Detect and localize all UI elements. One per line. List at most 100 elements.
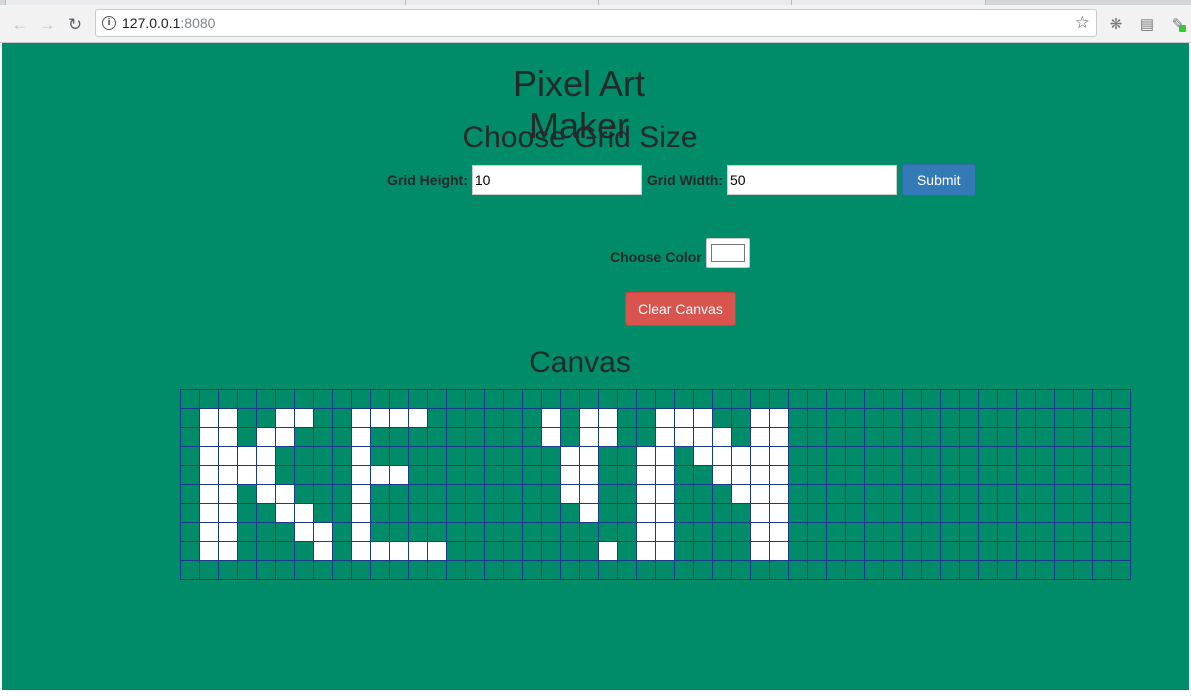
grid-width-input[interactable] xyxy=(726,165,897,195)
pixel-cell[interactable] xyxy=(408,560,428,580)
pixel-cell[interactable] xyxy=(769,541,789,561)
pixel-cell[interactable] xyxy=(845,446,865,466)
pixel-cell[interactable] xyxy=(313,427,333,447)
pixel-cell[interactable] xyxy=(180,541,200,561)
pixel-cell[interactable] xyxy=(313,560,333,580)
pixel-cell[interactable] xyxy=(370,408,390,428)
pixel-cell[interactable] xyxy=(237,484,257,504)
pixel-cell[interactable] xyxy=(427,522,447,542)
pixel-cell[interactable] xyxy=(1092,484,1112,504)
pixel-cell[interactable] xyxy=(617,389,637,409)
pixel-cell[interactable] xyxy=(655,408,675,428)
pixel-cell[interactable] xyxy=(636,465,656,485)
pixel-cell[interactable] xyxy=(256,408,276,428)
pixel-cell[interactable] xyxy=(674,503,694,523)
pixel-cell[interactable] xyxy=(465,465,485,485)
pixel-cell[interactable] xyxy=(370,389,390,409)
pixel-cell[interactable] xyxy=(465,427,485,447)
pixel-cell[interactable] xyxy=(1016,465,1036,485)
pixel-cell[interactable] xyxy=(256,522,276,542)
pixel-cell[interactable] xyxy=(864,408,884,428)
pixel-cell[interactable] xyxy=(294,427,314,447)
pixel-cell[interactable] xyxy=(522,541,542,561)
pixel-cell[interactable] xyxy=(275,522,295,542)
pixel-cell[interactable] xyxy=(788,484,808,504)
pixel-cell[interactable] xyxy=(750,503,770,523)
pixel-cell[interactable] xyxy=(503,541,523,561)
pixel-cell[interactable] xyxy=(788,427,808,447)
forward-arrow-icon[interactable]: → xyxy=(36,13,58,35)
pixel-cell[interactable] xyxy=(921,465,941,485)
pixel-cell[interactable] xyxy=(389,389,409,409)
pixel-cell[interactable] xyxy=(1111,408,1131,428)
pixel-cell[interactable] xyxy=(712,503,732,523)
pixel-cell[interactable] xyxy=(370,427,390,447)
pixel-cell[interactable] xyxy=(275,560,295,580)
pixel-cell[interactable] xyxy=(959,446,979,466)
submit-button[interactable]: Submit xyxy=(901,164,976,196)
pixel-cell[interactable] xyxy=(826,427,846,447)
pixel-cell[interactable] xyxy=(731,522,751,542)
pixel-cell[interactable] xyxy=(1035,408,1055,428)
pixel-cell[interactable] xyxy=(465,389,485,409)
pixel-cell[interactable] xyxy=(1054,503,1074,523)
pixel-cell[interactable] xyxy=(484,560,504,580)
pixel-cell[interactable] xyxy=(427,503,447,523)
pixel-cell[interactable] xyxy=(693,446,713,466)
pixel-cell[interactable] xyxy=(902,427,922,447)
pixel-cell[interactable] xyxy=(598,389,618,409)
pixel-cell[interactable] xyxy=(902,560,922,580)
pixel-cell[interactable] xyxy=(655,503,675,523)
pixel-cell[interactable] xyxy=(750,408,770,428)
pixel-cell[interactable] xyxy=(427,484,447,504)
pixel-cell[interactable] xyxy=(883,484,903,504)
pixel-cell[interactable] xyxy=(218,522,238,542)
pixel-cell[interactable] xyxy=(1035,484,1055,504)
pixel-cell[interactable] xyxy=(883,541,903,561)
pixel-cell[interactable] xyxy=(826,389,846,409)
pixel-cell[interactable] xyxy=(218,484,238,504)
pixel-cell[interactable] xyxy=(1016,503,1036,523)
pixel-cell[interactable] xyxy=(826,541,846,561)
pixel-cell[interactable] xyxy=(750,522,770,542)
pixel-cell[interactable] xyxy=(332,522,352,542)
pixel-cell[interactable] xyxy=(864,541,884,561)
pixel-cell[interactable] xyxy=(883,389,903,409)
pixel-cell[interactable] xyxy=(541,408,561,428)
info-icon[interactable]: i xyxy=(102,16,116,30)
pixel-cell[interactable] xyxy=(712,446,732,466)
pixel-cell[interactable] xyxy=(959,503,979,523)
pixel-cell[interactable] xyxy=(788,389,808,409)
eyedropper-icon[interactable]: ✎ xyxy=(1168,14,1188,34)
pixel-cell[interactable] xyxy=(921,484,941,504)
pixel-cell[interactable] xyxy=(560,503,580,523)
pixel-cell[interactable] xyxy=(636,484,656,504)
pixel-cell[interactable] xyxy=(1092,408,1112,428)
pixel-cell[interactable] xyxy=(655,465,675,485)
pixel-cell[interactable] xyxy=(541,522,561,542)
pixel-cell[interactable] xyxy=(655,522,675,542)
pixel-cell[interactable] xyxy=(1016,541,1036,561)
pixel-cell[interactable] xyxy=(579,503,599,523)
pixel-cell[interactable] xyxy=(275,408,295,428)
pixel-cell[interactable] xyxy=(522,522,542,542)
pixel-cell[interactable] xyxy=(180,446,200,466)
pixel-cell[interactable] xyxy=(522,427,542,447)
pixel-cell[interactable] xyxy=(370,541,390,561)
pixel-cell[interactable] xyxy=(180,408,200,428)
pixel-cell[interactable] xyxy=(997,484,1017,504)
pixel-cell[interactable] xyxy=(503,503,523,523)
pixel-cell[interactable] xyxy=(180,389,200,409)
pixel-cell[interactable] xyxy=(845,465,865,485)
pixel-cell[interactable] xyxy=(313,408,333,428)
pixel-cell[interactable] xyxy=(769,446,789,466)
pixel-cell[interactable] xyxy=(902,446,922,466)
pixel-cell[interactable] xyxy=(389,484,409,504)
pixel-cell[interactable] xyxy=(351,484,371,504)
pixel-cell[interactable] xyxy=(1092,446,1112,466)
pixel-cell[interactable] xyxy=(579,389,599,409)
pixel-cell[interactable] xyxy=(674,465,694,485)
pixel-cell[interactable] xyxy=(1073,465,1093,485)
pixel-cell[interactable] xyxy=(769,484,789,504)
pixel-cell[interactable] xyxy=(522,465,542,485)
